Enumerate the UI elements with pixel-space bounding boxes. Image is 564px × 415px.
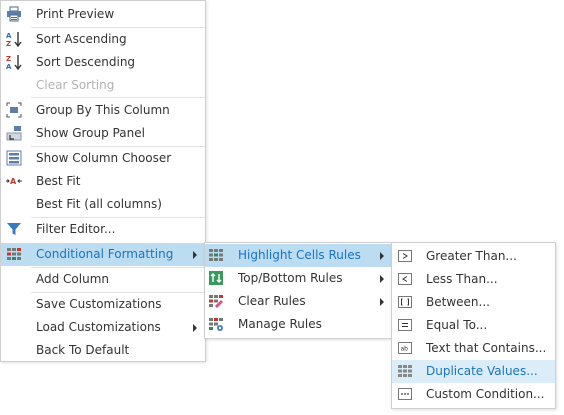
menu-item-best-fit[interactable]: A Best Fit xyxy=(1,170,205,193)
between-icon xyxy=(397,294,413,310)
sort-descending-icon: ZA xyxy=(6,54,22,71)
menu-item-label: Sort Ascending xyxy=(36,32,127,46)
menu-item-label: Best Fit (all columns) xyxy=(36,197,162,211)
highlight-cells-icon xyxy=(208,247,224,263)
custom-condition-icon xyxy=(397,386,413,402)
menu-item-show-group-panel[interactable]: Show Group Panel xyxy=(1,122,205,145)
menu-item-label: Clear Rules xyxy=(238,294,306,308)
menu-item-top-bottom-rules[interactable]: Top/Bottom Rules xyxy=(205,267,392,290)
svg-text:A: A xyxy=(6,63,12,70)
column-chooser-icon xyxy=(6,150,22,166)
duplicate-values-icon xyxy=(397,363,413,379)
submenu-arrow-icon xyxy=(193,251,197,259)
menu-item-label: Clear Sorting xyxy=(36,78,115,92)
menu-item-duplicate-values[interactable]: Duplicate Values... xyxy=(392,360,555,383)
menu-item-label: Equal To... xyxy=(426,318,488,332)
menu-item-between[interactable]: Between... xyxy=(392,291,555,314)
menu-item-text-contains[interactable]: ab Text that Contains... xyxy=(392,337,555,360)
menu-item-label: Duplicate Values... xyxy=(426,364,538,378)
menu-item-label: Greater Than... xyxy=(426,249,517,263)
menu-item-label: Custom Condition... xyxy=(426,387,545,401)
menu-item-back-to-default[interactable]: Back To Default xyxy=(1,339,205,362)
text-contains-icon: ab xyxy=(397,340,413,356)
menu-item-label: Manage Rules xyxy=(238,317,322,331)
highlight-cells-rules-submenu: Greater Than... Less Than... Between... … xyxy=(391,242,556,409)
submenu-arrow-icon xyxy=(380,298,384,306)
menu-item-clear-rules[interactable]: Clear Rules xyxy=(205,290,392,313)
menu-item-label: Filter Editor... xyxy=(36,222,116,236)
menu-item-greater-than[interactable]: Greater Than... xyxy=(392,245,555,268)
menu-item-show-column-chooser[interactable]: Show Column Chooser xyxy=(1,147,205,170)
menu-item-print-preview[interactable]: Print Preview xyxy=(1,3,205,26)
separator xyxy=(31,97,205,98)
menu-item-add-column[interactable]: Add Column xyxy=(1,268,205,291)
menu-item-label: Group By This Column xyxy=(36,103,170,117)
menu-item-label: Add Column xyxy=(36,272,110,286)
menu-item-label: Save Customizations xyxy=(36,297,162,311)
menu-item-label: Show Column Chooser xyxy=(36,151,172,165)
menu-item-highlight-cells-rules[interactable]: Highlight Cells Rules xyxy=(205,244,392,267)
best-fit-icon: A xyxy=(6,173,22,189)
menu-item-label: Best Fit xyxy=(36,174,81,188)
menu-item-clear-sorting: Clear Sorting xyxy=(1,74,205,97)
svg-text:A: A xyxy=(6,32,12,40)
submenu-arrow-icon xyxy=(193,324,197,332)
less-than-icon xyxy=(397,271,413,287)
menu-item-equal-to[interactable]: Equal To... xyxy=(392,314,555,337)
svg-text:A: A xyxy=(10,177,17,186)
submenu-arrow-icon xyxy=(380,275,384,283)
manage-rules-icon xyxy=(208,316,224,332)
column-context-menu: Print Preview AZ Sort Ascending ZA Sort … xyxy=(0,0,206,362)
menu-item-filter-editor[interactable]: Filter Editor... xyxy=(1,218,205,241)
clear-rules-icon xyxy=(208,293,224,309)
submenu-arrow-icon xyxy=(380,252,384,260)
equal-to-icon xyxy=(397,317,413,333)
menu-item-sort-descending[interactable]: ZA Sort Descending xyxy=(1,51,205,74)
menu-item-label: Top/Bottom Rules xyxy=(238,271,343,285)
group-panel-icon xyxy=(6,125,22,141)
menu-item-label: Highlight Cells Rules xyxy=(238,248,361,262)
menu-item-label: Show Group Panel xyxy=(36,126,145,140)
menu-item-load-customizations[interactable]: Load Customizations xyxy=(1,316,205,339)
menu-item-less-than[interactable]: Less Than... xyxy=(392,268,555,291)
conditional-formatting-icon xyxy=(6,246,22,262)
group-by-column-icon xyxy=(6,102,22,118)
menu-item-label: Print Preview xyxy=(36,7,115,21)
menu-item-custom-condition[interactable]: Custom Condition... xyxy=(392,383,555,406)
menu-item-save-customizations[interactable]: Save Customizations xyxy=(1,293,205,316)
filter-icon xyxy=(6,221,22,237)
menu-item-label: Less Than... xyxy=(426,272,498,286)
greater-than-icon xyxy=(397,248,413,264)
menu-item-label: Sort Descending xyxy=(36,55,136,69)
menu-item-best-fit-all[interactable]: Best Fit (all columns) xyxy=(1,193,205,216)
menu-item-label: Load Customizations xyxy=(36,320,161,334)
menu-item-label: Text that Contains... xyxy=(426,341,547,355)
menu-item-group-by-column[interactable]: Group By This Column xyxy=(1,99,205,122)
svg-text:ab: ab xyxy=(401,346,409,353)
printer-icon xyxy=(6,6,22,22)
sort-ascending-icon: AZ xyxy=(6,31,22,48)
conditional-formatting-submenu: Highlight Cells Rules Top/Bottom Rules C… xyxy=(204,242,393,339)
menu-item-label: Conditional Formatting xyxy=(36,247,174,261)
svg-text:Z: Z xyxy=(6,40,11,47)
menu-item-label: Between... xyxy=(426,295,490,309)
top-bottom-rules-icon xyxy=(208,270,224,286)
menu-item-manage-rules[interactable]: Manage Rules xyxy=(205,313,392,336)
svg-text:Z: Z xyxy=(6,55,11,63)
menu-item-conditional-formatting[interactable]: Conditional Formatting xyxy=(1,243,205,266)
menu-item-sort-ascending[interactable]: AZ Sort Ascending xyxy=(1,28,205,51)
menu-item-label: Back To Default xyxy=(36,343,130,357)
